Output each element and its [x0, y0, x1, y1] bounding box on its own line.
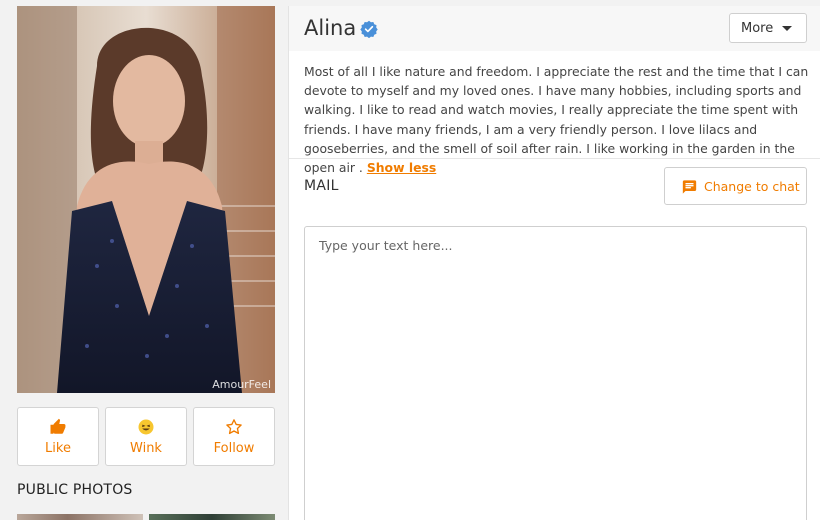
chevron-down-icon: [782, 26, 792, 31]
star-outline-icon: [226, 419, 242, 435]
profile-header: Alina More: [289, 6, 820, 51]
message-input[interactable]: [304, 226, 807, 520]
wink-button[interactable]: Wink: [105, 407, 187, 466]
follow-button[interactable]: Follow: [193, 407, 275, 466]
photo-watermark: AmourFeel: [212, 378, 271, 391]
follow-label: Follow: [213, 441, 255, 456]
thumbs-up-icon: [50, 418, 66, 434]
divider: [289, 158, 820, 159]
profile-main: Alina More Most of all I like nature and…: [288, 6, 820, 520]
profile-name: Alina: [304, 16, 357, 40]
profile-photo[interactable]: AmourFeel: [17, 6, 275, 393]
profile-photo-image: [17, 6, 275, 393]
profile-sidebar: AmourFeel Like Wink Follow PUBLIC PHOTOS: [0, 0, 288, 520]
public-photo-thumbnail[interactable]: [17, 514, 143, 520]
profile-bio: Most of all I like nature and freedom. I…: [304, 62, 809, 177]
wink-label: Wink: [130, 441, 162, 456]
change-to-chat-button[interactable]: Change to chat: [664, 167, 807, 205]
more-button[interactable]: More: [729, 13, 807, 43]
more-label: More: [741, 21, 774, 36]
public-photos-heading: PUBLIC PHOTOS: [17, 482, 133, 498]
verified-badge-icon: [360, 20, 378, 38]
mail-heading: MAIL: [304, 178, 339, 194]
chat-bubble-icon: [682, 180, 697, 194]
wink-emoji-icon: [138, 419, 154, 435]
public-photo-thumbnail[interactable]: [149, 514, 275, 520]
show-less-link[interactable]: Show less: [367, 160, 436, 175]
change-to-chat-label: Change to chat: [704, 179, 800, 194]
like-button[interactable]: Like: [17, 407, 99, 466]
like-label: Like: [45, 441, 71, 456]
